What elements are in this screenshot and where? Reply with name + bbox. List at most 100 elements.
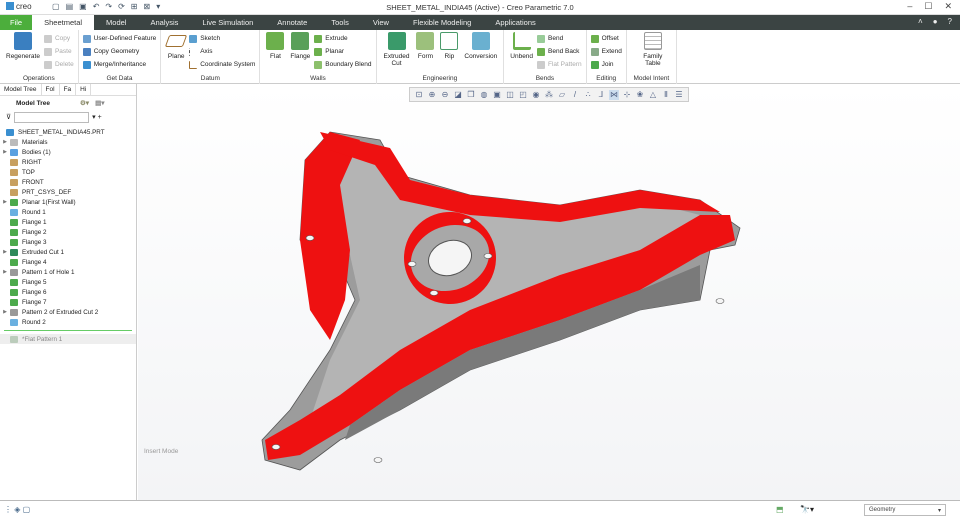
tab-folder-browser[interactable]: Fol — [42, 84, 60, 95]
tab-history[interactable]: Hi — [76, 84, 92, 95]
udf-button[interactable]: User-Defined Feature — [82, 32, 156, 45]
regen-status-icon[interactable]: ⬒ — [776, 505, 784, 514]
tree-item[interactable]: Flange 4 — [0, 257, 136, 267]
offset-label: Offset — [601, 35, 619, 42]
minimize-icon[interactable]: – — [907, 1, 912, 12]
csys-button[interactable]: Coordinate System — [189, 58, 255, 71]
tree-item-suppressed[interactable]: *Flat Pattern 1 — [0, 334, 136, 344]
extrude-button[interactable]: Extrude — [314, 32, 371, 45]
tree-item[interactable]: ▶ Extruded Cut 1 — [0, 247, 136, 257]
tab-model-tree[interactable]: Model Tree — [0, 84, 42, 95]
bend-button[interactable]: Bend — [537, 32, 582, 45]
filter-icon[interactable]: ⊽ — [6, 113, 11, 121]
sheet-metal-model[interactable] — [138, 84, 960, 500]
tree-item[interactable]: Round 2 — [0, 317, 136, 327]
flange-button[interactable]: Flange — [290, 32, 310, 60]
tree-item[interactable]: SHEET_METAL_INDIA45.PRT — [0, 127, 136, 137]
datum-group-label[interactable]: Datum — [161, 75, 259, 82]
family-table-button[interactable]: Family Table — [641, 32, 665, 67]
rip-button[interactable]: Rip — [440, 32, 459, 60]
editing-group-label[interactable]: Editing — [587, 75, 626, 82]
merge-button[interactable]: Merge/Inheritance — [82, 58, 157, 71]
expand-arrow-icon[interactable]: ▶ — [0, 309, 10, 315]
join-button[interactable]: Join — [590, 58, 622, 71]
tree-item[interactable]: ▶ Pattern 2 of Extruded Cut 2 — [0, 307, 136, 317]
flat-pattern-button[interactable]: Flat Pattern — [537, 58, 582, 71]
paste-button[interactable]: Paste — [43, 45, 74, 58]
status-icons[interactable]: ⋮ ◈ ▢ — [4, 505, 30, 514]
tree-item[interactable]: Round 1 — [0, 207, 136, 217]
tree-item[interactable]: Flange 5 — [0, 277, 136, 287]
form-button[interactable]: Form — [416, 32, 435, 60]
tree-item[interactable]: RIGHT — [0, 157, 136, 167]
tree-item[interactable]: FRONT — [0, 177, 136, 187]
model-tree: SHEET_METAL_INDIA45.PRT ▶ Materials ▶ Bodies… — [0, 124, 136, 344]
maximize-icon[interactable]: ☐ — [924, 1, 932, 12]
tree-item[interactable]: TOP — [0, 167, 136, 177]
tab-model[interactable]: Model — [94, 15, 138, 30]
tree-item[interactable]: Flange 1 — [0, 217, 136, 227]
expand-arrow-icon[interactable]: ▶ — [0, 199, 10, 205]
copy-geometry-button[interactable]: Copy Geometry — [82, 45, 157, 58]
expand-arrow-icon[interactable]: ▶ — [0, 249, 10, 255]
plane-button[interactable]: Plane — [165, 32, 188, 60]
tab-live-simulation[interactable]: Live Simulation — [190, 15, 265, 30]
tree-item[interactable]: ▶ Planar 1(First Wall) — [0, 197, 136, 207]
tree-item[interactable]: Flange 7 — [0, 297, 136, 307]
tree-item[interactable]: ▶ Pattern 1 of Hole 1 — [0, 267, 136, 277]
insert-indicator[interactable] — [4, 330, 132, 331]
axis-button[interactable]: Axis — [189, 45, 255, 58]
close-icon[interactable]: ✕ — [944, 1, 952, 12]
get-data-group-label[interactable]: Get Data — [79, 75, 161, 82]
tree-item[interactable]: PRT_CSYS_DEF — [0, 187, 136, 197]
help-icon[interactable]: ? — [948, 17, 952, 26]
settings-icon[interactable]: ⚙▾ — [80, 99, 89, 107]
tab-sheetmetal[interactable]: Sheetmetal — [32, 15, 95, 30]
offset-button[interactable]: Offset — [590, 32, 622, 45]
tree-search-input[interactable] — [14, 111, 90, 123]
sketch-button[interactable]: Sketch — [189, 32, 255, 45]
walls-group-label[interactable]: Walls — [260, 75, 375, 82]
copy-button[interactable]: Copy — [43, 32, 74, 45]
tree-item[interactable]: Flange 3 — [0, 237, 136, 247]
bend-back-button[interactable]: Bend Back — [537, 45, 582, 58]
tab-tools[interactable]: Tools — [319, 15, 361, 30]
tree-item[interactable]: Flange 6 — [0, 287, 136, 297]
copy-label: Copy — [54, 35, 71, 42]
tab-favorites[interactable]: Fa — [60, 84, 77, 95]
tree-item[interactable]: ▶ Bodies (1) — [0, 147, 136, 157]
user-icon[interactable]: ● — [933, 17, 938, 26]
tab-flexible-modeling[interactable]: Flexible Modeling — [401, 15, 483, 30]
model-tree-title: Model Tree — [16, 99, 50, 107]
collapse-ribbon-icon[interactable]: ˄ — [918, 17, 923, 26]
extruded-cut-button[interactable]: Extruded Cut — [383, 32, 411, 67]
conversion-button[interactable]: Conversion — [464, 32, 497, 60]
model-intent-group-label[interactable]: Model Intent — [627, 75, 676, 82]
bends-group-label[interactable]: Bends — [504, 75, 585, 82]
tree-item[interactable]: Flange 2 — [0, 227, 136, 237]
selection-filter[interactable]: Geometry ▾ — [864, 504, 946, 516]
find-icon[interactable]: 🔭▾ — [800, 505, 814, 514]
boundary-blend-button[interactable]: Boundary Blend — [314, 58, 372, 71]
tab-annotate[interactable]: Annotate — [265, 15, 319, 30]
planar-button[interactable]: Planar — [314, 45, 371, 58]
flat-button[interactable]: Flat — [266, 32, 285, 60]
unbend-button[interactable]: Unbend — [510, 32, 533, 60]
regenerate-button[interactable]: Regenerate — [6, 32, 40, 60]
engineering-group-label[interactable]: Engineering — [377, 75, 504, 82]
operations-group-label[interactable]: Operations — [0, 75, 78, 82]
tab-analysis[interactable]: Analysis — [138, 15, 190, 30]
delete-button[interactable]: Delete — [43, 58, 74, 71]
graphics-viewport[interactable]: ⊡ ⊕ ⊖ ◪ ❒ ◍ ▣ ◫ ◰ ◉ ⁂ ▱ / ∴ ⅃ ⋈ ⊹ ❀ △ Ⅱ ☰ Insert Mode — [138, 84, 960, 500]
tree-item[interactable]: ▶ Materials — [0, 137, 136, 147]
tab-view[interactable]: View — [361, 15, 401, 30]
show-icon[interactable]: ▤▾ — [95, 99, 104, 107]
expand-arrow-icon[interactable]: ▶ — [0, 149, 10, 155]
expand-arrow-icon[interactable]: ▶ — [0, 269, 10, 275]
tab-file[interactable]: File — [0, 15, 33, 30]
add-icon[interactable]: ▾ + — [92, 113, 102, 121]
tab-applications[interactable]: Applications — [483, 15, 547, 30]
rip-icon — [440, 32, 459, 50]
expand-arrow-icon[interactable]: ▶ — [0, 139, 10, 145]
extend-button[interactable]: Extend — [590, 45, 622, 58]
